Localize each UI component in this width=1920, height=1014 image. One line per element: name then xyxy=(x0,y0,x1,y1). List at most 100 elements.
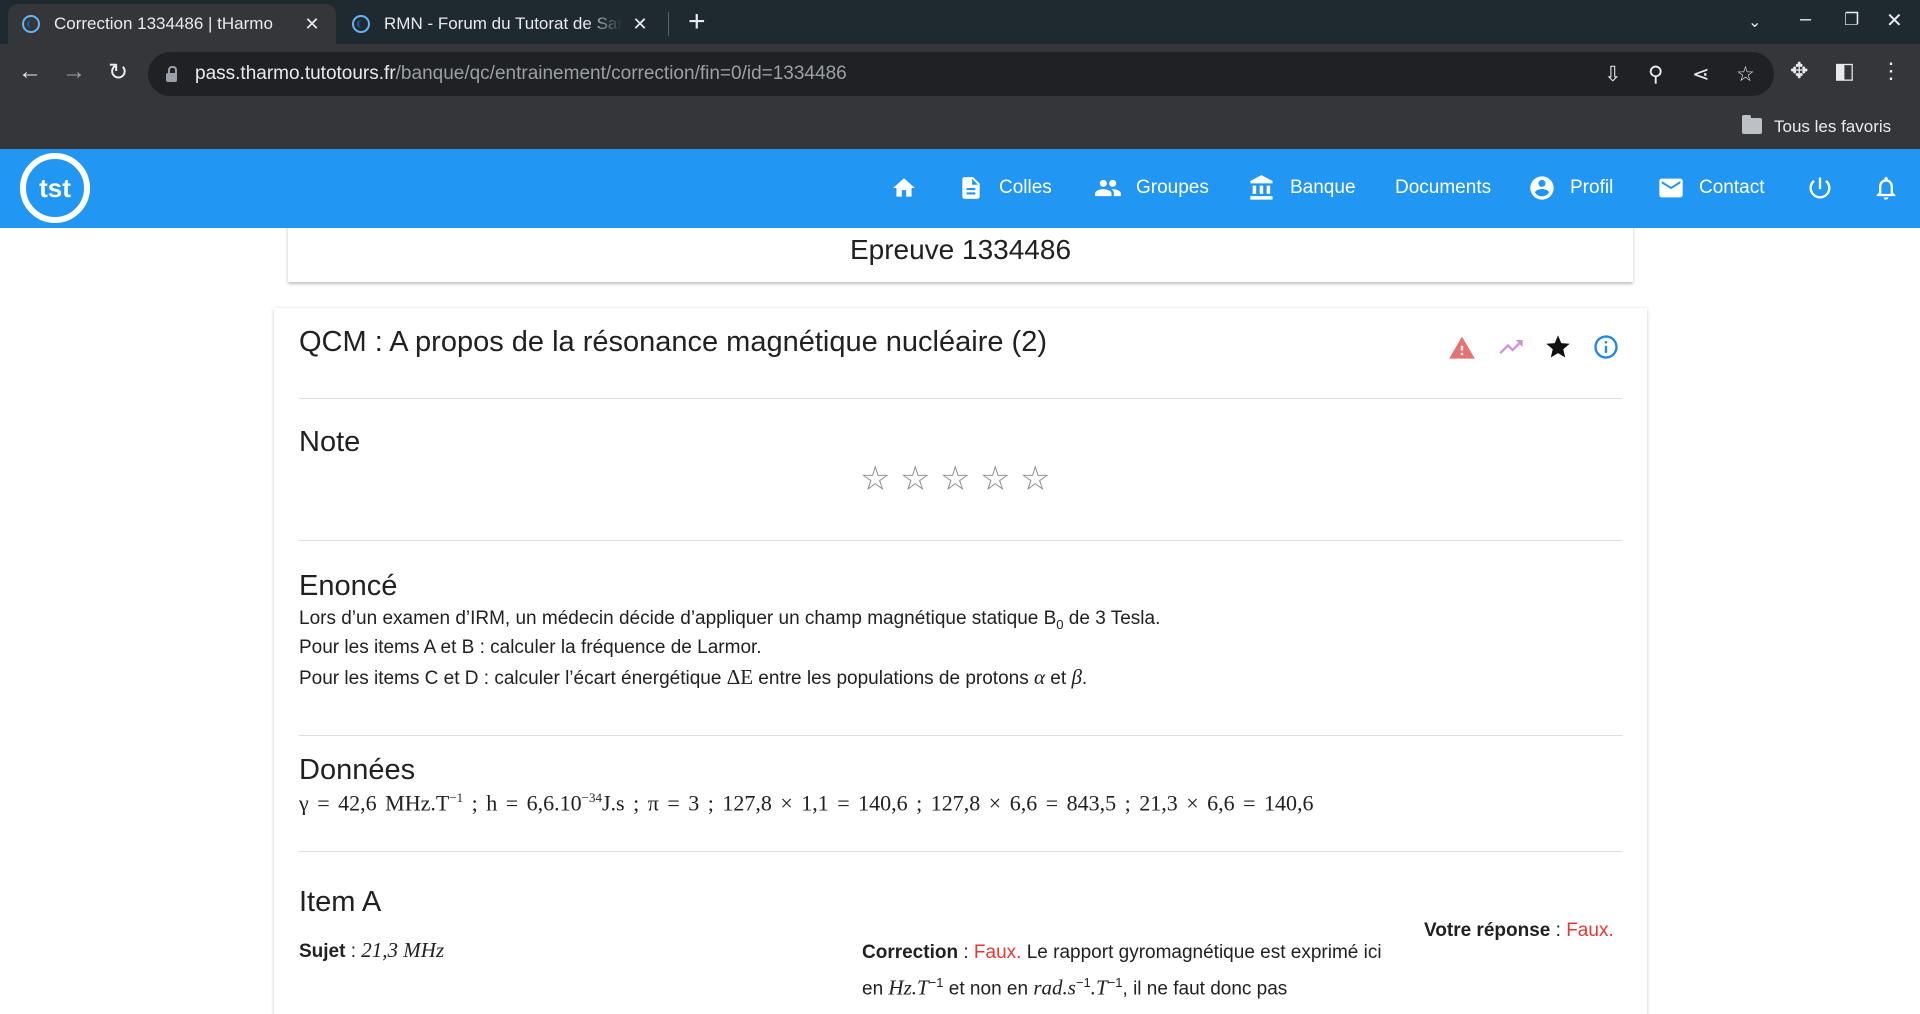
browser-tab-bar: Correction 1334486 | tHarmo ✕ RMN - Foru… xyxy=(0,0,1920,44)
bookmark-star-icon[interactable]: ☆ xyxy=(1736,62,1755,87)
enonce-text: de 3 Tesla. xyxy=(1063,608,1161,629)
nav-notifications[interactable] xyxy=(1872,171,1914,205)
nav-banque[interactable]: Banque xyxy=(1248,171,1356,205)
separator: : xyxy=(958,942,974,963)
close-tab-icon[interactable]: ✕ xyxy=(302,14,322,35)
close-window-icon[interactable]: ✕ xyxy=(1886,8,1903,33)
divider xyxy=(299,735,1622,736)
nav-colles[interactable]: Colles xyxy=(957,171,1052,205)
star-outline-icon[interactable]: ☆ xyxy=(1020,462,1050,496)
star-outline-icon[interactable]: ☆ xyxy=(980,462,1010,496)
nav-label: Groupes xyxy=(1136,177,1209,198)
nav-profil[interactable]: Profil xyxy=(1528,171,1613,205)
nav-label: Contact xyxy=(1699,177,1765,198)
tab-forum[interactable]: RMN - Forum du Tutorat de Santé ✕ xyxy=(338,4,664,44)
star-outline-icon[interactable]: ☆ xyxy=(860,462,890,496)
reponse-label: Votre réponse xyxy=(1424,920,1551,941)
close-tab-icon[interactable]: ✕ xyxy=(630,14,650,35)
page-content: Epreuve 1334486 QCM : A propos de la rés… xyxy=(0,228,1920,1014)
url-path: /banque/qc/entrainement/correction/fin=0… xyxy=(395,63,847,84)
new-tab-icon[interactable]: + xyxy=(688,6,706,38)
separator: : xyxy=(1550,920,1567,941)
rating-stars: ☆ ☆ ☆ ☆ ☆ xyxy=(860,462,1050,496)
tab-search-icon[interactable]: ⌄ xyxy=(1748,12,1761,32)
enonce-line-3: Pour les items C et D : calculer l’écart… xyxy=(299,665,1087,690)
separator: : xyxy=(345,941,362,962)
forum-favicon-icon xyxy=(352,15,370,33)
correction-line-2: en Hz.T−1 et non en rad.s−1.T−1, il ne f… xyxy=(862,968,1398,1004)
bell-icon xyxy=(1872,174,1900,202)
math-delta-e: ΔE xyxy=(726,665,754,689)
page-title: Epreuve 1334486 xyxy=(849,234,1072,265)
menu-icon[interactable]: ⋮ xyxy=(1880,58,1902,84)
enonce-line-1: Lors d’un examen d’IRM, un médecin décid… xyxy=(299,608,1160,632)
correction-verdict: Faux. xyxy=(973,942,1022,963)
restore-icon[interactable]: ❐ xyxy=(1844,10,1859,30)
star-favorite-icon[interactable] xyxy=(1543,332,1573,362)
nav-groupes[interactable]: Groupes xyxy=(1094,171,1209,205)
donnees-formula: γ = 42,6 MHz.T−1 ; h = 6,6.10−34J.s ; π … xyxy=(299,790,1314,816)
nav-documents[interactable]: Documents xyxy=(1395,171,1491,205)
nav-logout[interactable] xyxy=(1806,171,1848,205)
address-bar[interactable]: pass.tharmo.tutotours.fr/banque/qc/entra… xyxy=(148,52,1774,96)
reload-icon[interactable]: ↻ xyxy=(102,58,134,87)
item-a-correction: Correction : Faux. Le rapport gyromagnét… xyxy=(862,938,1398,1004)
back-icon[interactable]: ← xyxy=(14,58,46,86)
formula-text: ; h = 6,6.10 xyxy=(463,790,582,816)
formula-text: J.s ; π = 3 ; 127,8 × 1,1 = 140,6 ; 127,… xyxy=(602,790,1314,816)
nav-label: Documents xyxy=(1395,177,1492,198)
item-a-reponse: Votre réponse : Faux. xyxy=(1424,920,1614,942)
math-unit: .T xyxy=(1090,975,1108,1000)
minimize-icon[interactable]: – xyxy=(1800,8,1811,31)
trending-up-icon[interactable] xyxy=(1496,332,1526,362)
superscript: −1 xyxy=(1107,975,1123,990)
home-icon xyxy=(890,174,918,202)
correction-text: Le rapport gyromagnétique est exprimé ic… xyxy=(1021,942,1382,963)
donnees-title: Données xyxy=(299,754,416,786)
tab-title: Correction 1334486 | tHarmo xyxy=(54,14,273,33)
lock-icon xyxy=(166,65,177,82)
install-app-icon[interactable]: ⇩ xyxy=(1604,62,1622,87)
formula-text: γ = 42,6 MHz.T xyxy=(299,790,450,816)
account-icon xyxy=(1528,174,1556,202)
sujet-value: 21,3 MHz xyxy=(361,938,445,962)
power-icon xyxy=(1806,174,1834,202)
browser-toolbar: ← → ↻ pass.tharmo.tutotours.fr/banque/qc… xyxy=(0,44,1920,106)
all-bookmarks-link[interactable]: Tous les favoris xyxy=(1774,117,1891,137)
note-title: Note xyxy=(299,426,361,458)
superscript: −1 xyxy=(449,790,464,805)
enonce-line-2: Pour les items A et B : calculer la fréq… xyxy=(299,637,762,658)
enonce-text: Pour les items C et D : calculer l’écart… xyxy=(299,668,727,689)
item-a-sujet: Sujet : 21,3 MHz xyxy=(299,938,444,963)
forward-icon[interactable]: → xyxy=(58,58,90,86)
reponse-value: Faux. xyxy=(1566,920,1614,941)
app-header: tst Colles Groupes Banque Documents Prof… xyxy=(0,149,1920,228)
side-panel-icon[interactable]: ◧ xyxy=(1834,58,1855,84)
star-outline-icon[interactable]: ☆ xyxy=(900,462,930,496)
divider xyxy=(299,398,1622,399)
info-icon[interactable] xyxy=(1591,332,1621,362)
enonce-text: entre les populations de protons xyxy=(753,668,1034,689)
correction-text: et non en xyxy=(943,978,1034,1000)
nav-contact[interactable]: Contact xyxy=(1657,171,1764,205)
star-outline-icon[interactable]: ☆ xyxy=(940,462,970,496)
document-icon xyxy=(957,174,985,202)
group-icon xyxy=(1094,174,1122,202)
bookmarks-bar: Tous les favoris xyxy=(0,106,1920,149)
divider xyxy=(299,540,1622,541)
tab-correction[interactable]: Correction 1334486 | tHarmo ✕ xyxy=(8,4,336,44)
correction-text: , il ne faut donc pas xyxy=(1122,978,1288,1000)
url-host: pass.tharmo.tutotours.fr xyxy=(195,63,396,84)
extensions-icon[interactable]: ✥ xyxy=(1790,58,1808,84)
enonce-title: Enoncé xyxy=(299,570,398,602)
tst-logo[interactable]: tst xyxy=(20,153,90,223)
enonce-text: Lors d’un examen d’IRM, un médecin décid… xyxy=(299,608,1057,629)
math-unit: Hz.T xyxy=(888,975,929,1000)
nav-home[interactable] xyxy=(890,171,932,205)
superscript: −34 xyxy=(581,790,602,805)
zoom-icon[interactable]: ⚲ xyxy=(1648,62,1663,87)
superscript: −1 xyxy=(928,975,944,990)
warning-icon[interactable] xyxy=(1447,332,1477,362)
mail-icon xyxy=(1657,174,1685,202)
share-icon[interactable]: ⋖ xyxy=(1692,62,1710,87)
